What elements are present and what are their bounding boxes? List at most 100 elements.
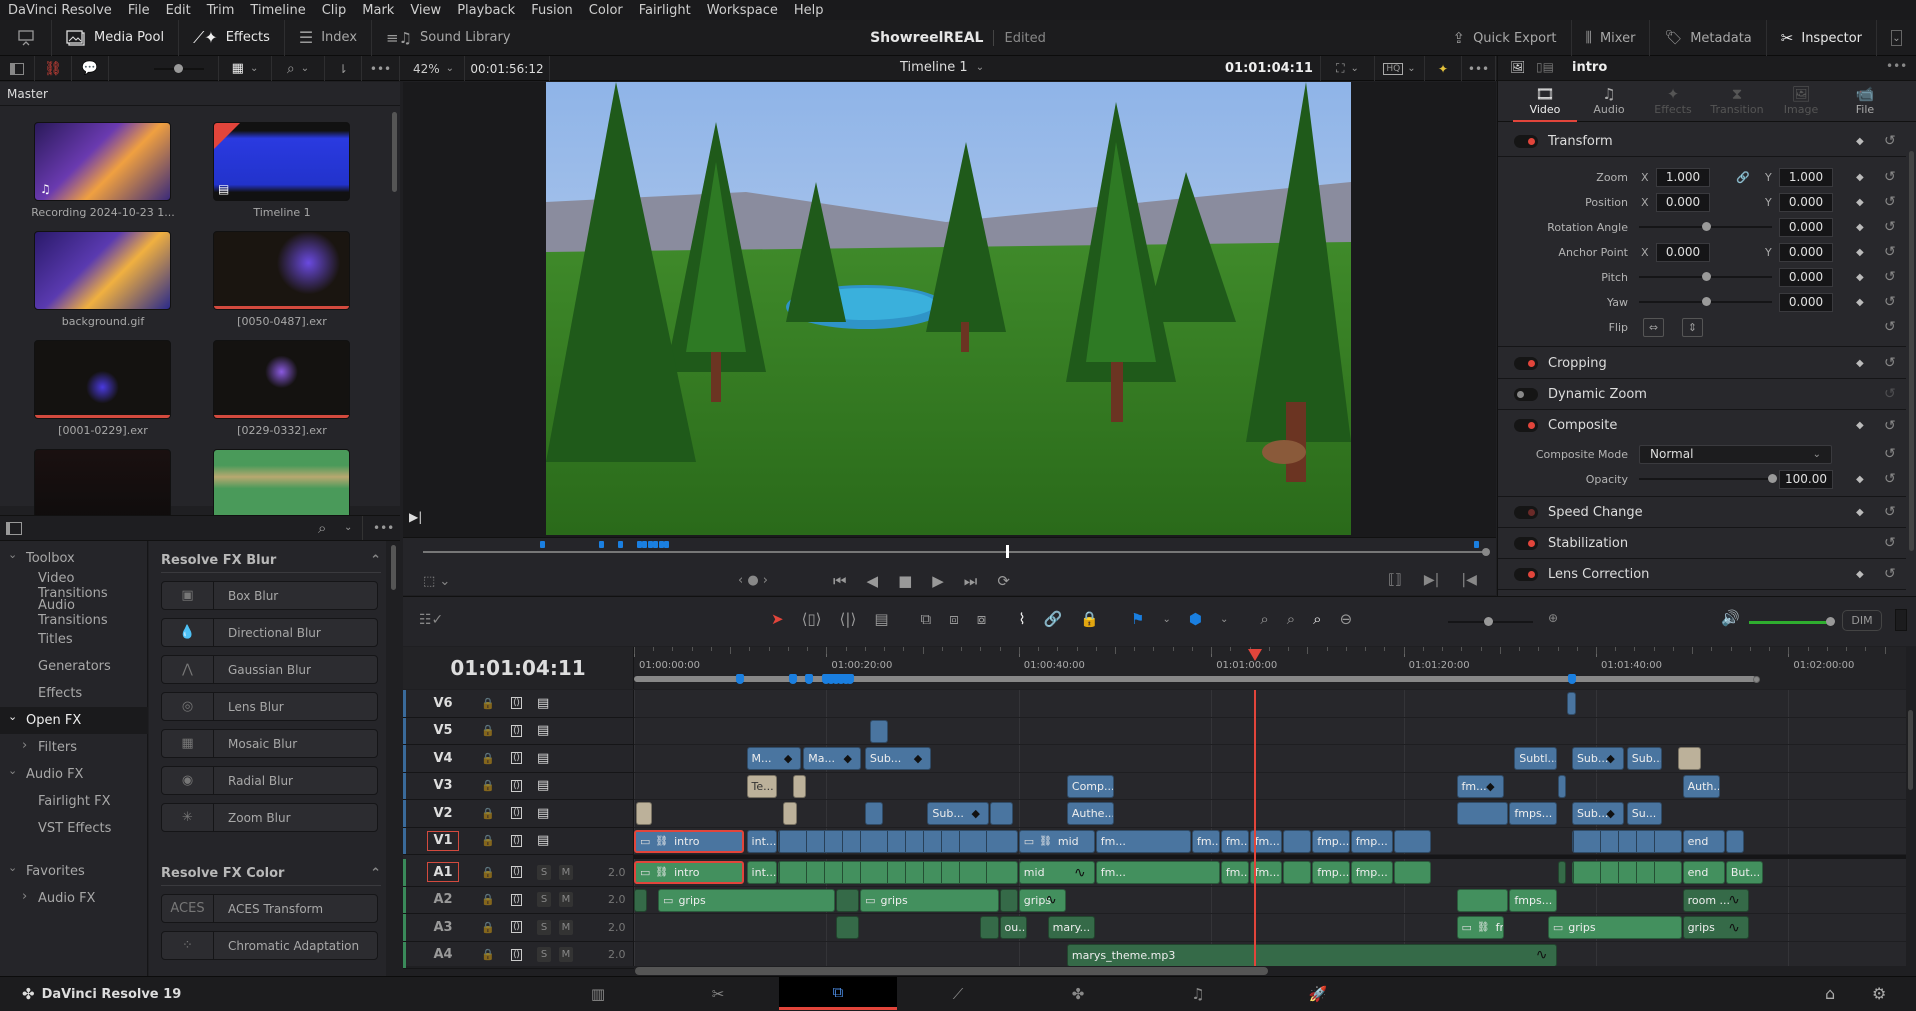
video-clip[interactable]: [1456, 802, 1509, 825]
chevron-down-icon[interactable]: ⌄: [1162, 614, 1170, 625]
flag-button[interactable]: ⚑: [1131, 610, 1144, 628]
zoom-detail-button[interactable]: ⌕: [1287, 610, 1295, 628]
workspace-toggle-button[interactable]: [0, 19, 52, 56]
audio-clip[interactable]: [1557, 861, 1567, 884]
audio-clip[interactable]: grips ∿: [1682, 916, 1749, 939]
keyframe-diamond-icon[interactable]: ◆: [1856, 297, 1864, 308]
timeline-playhead[interactable]: [1253, 690, 1256, 966]
menu-trim[interactable]: Trim: [199, 3, 243, 18]
bin-name[interactable]: Master: [7, 87, 48, 101]
effect-item[interactable]: ◎ Lens Blur: [161, 692, 378, 721]
flip-vertical-icon[interactable]: ⇕: [1682, 317, 1703, 337]
sort-button[interactable]: ⇂: [325, 56, 362, 81]
match-frame-button[interactable]: ⟦⟧: [1388, 572, 1402, 588]
property-slider[interactable]: [1639, 474, 1777, 483]
dim-button[interactable]: DIM: [1842, 610, 1882, 631]
inspector-section[interactable]: Cropping ◆ ↺: [1498, 348, 1906, 379]
lock-icon[interactable]: 🔒: [481, 752, 495, 765]
app-menu[interactable]: DaVinci Resolve: [0, 3, 120, 18]
audio-clip[interactable]: fm...: [1220, 861, 1249, 884]
audio-clip[interactable]: [634, 888, 648, 912]
marker-button[interactable]: ⬢: [1189, 610, 1202, 628]
audio-clip[interactable]: fm...: [1095, 861, 1220, 884]
track-header-v5[interactable]: V5 🔒 ⟨⟩ ▤: [403, 717, 634, 745]
solo-button[interactable]: S: [537, 864, 551, 880]
sidebar-toggle-icon[interactable]: [6, 522, 22, 535]
page-tab-media[interactable]: ▥: [539, 977, 657, 1010]
effects-tree-item[interactable]: › Audio FX: [0, 885, 148, 912]
audio-clip[interactable]: marys_theme.mp3 ∿: [1066, 943, 1557, 966]
inspector-section[interactable]: Lens Correction ◆ ↺: [1498, 559, 1906, 590]
media-pool-options-button[interactable]: •••: [362, 56, 400, 81]
audio-clip[interactable]: [999, 888, 1018, 912]
zoom-full-button[interactable]: ⌕: [1260, 610, 1268, 628]
audio-clip[interactable]: [836, 916, 860, 939]
scrub-bar[interactable]: [423, 551, 1485, 553]
lock-icon[interactable]: 🔒: [481, 834, 495, 847]
timeline-vscroll[interactable]: [1906, 690, 1916, 966]
track-name[interactable]: A4: [427, 945, 459, 965]
audio-clip[interactable]: [1456, 888, 1509, 912]
keyframe-diamond-icon[interactable]: ◆: [1856, 247, 1864, 258]
media-clip-thumbnail[interactable]: ▤: [213, 122, 350, 201]
loop-button[interactable]: ⟳: [997, 572, 1010, 590]
position-lock-button[interactable]: 🔒: [1080, 610, 1099, 628]
slider-knob[interactable]: [1701, 297, 1711, 306]
reset-icon[interactable]: ↺: [1884, 269, 1896, 285]
zoom-out-button[interactable]: ⊖: [1340, 610, 1353, 628]
track-header-v2[interactable]: V2 🔒 ⟨⟩ ▤: [403, 800, 634, 828]
prev-edit-button[interactable]: |◀: [1461, 572, 1476, 588]
property-slider[interactable]: [1639, 222, 1772, 231]
timeline-zoom-knob[interactable]: [1484, 617, 1493, 626]
menu-fusion[interactable]: Fusion: [523, 3, 581, 18]
video-clip[interactable]: Subtl...: [1514, 747, 1557, 770]
zoom-in-button[interactable]: ⊕: [1548, 611, 1558, 625]
mute-button[interactable]: M: [559, 947, 573, 963]
audio-clip[interactable]: mid ∿: [1018, 861, 1095, 884]
reset-icon[interactable]: ↺: [1884, 319, 1896, 335]
audio-clip[interactable]: fmps...: [1509, 888, 1557, 912]
menu-help[interactable]: Help: [786, 3, 832, 18]
track-header-v4[interactable]: V4 🔒 ⟨⟩ ▤: [403, 745, 634, 773]
selection-tool-button[interactable]: ➤: [771, 610, 784, 628]
audio-clip[interactable]: ou...: [999, 916, 1028, 939]
effect-item[interactable]: 💧 Directional Blur: [161, 618, 378, 647]
timeline-marker[interactable]: [846, 674, 855, 684]
audio-clip[interactable]: fmp...: [1312, 861, 1350, 884]
effect-item[interactable]: ACES ACES Transform: [161, 894, 378, 923]
keyframe-diamond-icon[interactable]: ◆: [1856, 222, 1864, 233]
audio-clip[interactable]: ▭ ⛓ intro: [634, 861, 744, 884]
viewer-options-button[interactable]: •••: [1462, 56, 1496, 81]
effects-tree-item[interactable]: Video Transitions: [0, 571, 148, 601]
reset-icon[interactable]: ↺: [1884, 446, 1896, 462]
reset-icon[interactable]: ↺: [1884, 355, 1896, 371]
page-tab-cut[interactable]: ✂: [659, 977, 777, 1010]
timeline-view-options-button[interactable]: ☷✓: [419, 612, 443, 628]
keyframe-diamond-icon[interactable]: ◆: [1856, 507, 1864, 518]
viewer-mode-button[interactable]: ⬚ ⌄: [423, 574, 450, 589]
effect-item[interactable]: ▣ Box Blur: [161, 581, 378, 610]
auto-select-icon[interactable]: ⟨⟩: [511, 866, 523, 879]
vscroll-thumb[interactable]: [1908, 710, 1913, 790]
section-enable-toggle[interactable]: [1514, 387, 1538, 401]
auto-select-icon[interactable]: ⟨⟩: [511, 834, 523, 847]
scrub-end-knob[interactable]: [1482, 548, 1490, 556]
media-pool-button[interactable]: Media Pool: [52, 19, 180, 56]
effects-tree-item[interactable]: Generators: [0, 653, 148, 680]
effects-tree-item[interactable]: ⌄ Audio FX: [0, 761, 148, 788]
video-clip[interactable]: fmp...: [1312, 829, 1350, 853]
menu-file[interactable]: File: [120, 3, 158, 18]
timeline-ruler[interactable]: 01:00:00:00 01:00:20:00 01:00:40:00 01:01:0…: [634, 647, 1906, 689]
video-clip[interactable]: Sub... ◆: [1571, 747, 1624, 770]
marker[interactable]: [1474, 541, 1479, 548]
track-name[interactable]: V6: [427, 693, 459, 713]
page-tab-deliver[interactable]: 🚀: [1259, 977, 1377, 1010]
solo-button[interactable]: S: [537, 947, 551, 963]
media-pool-scrollbar[interactable]: [392, 112, 397, 192]
section-enable-toggle[interactable]: [1514, 134, 1538, 148]
play-to-end-icon[interactable]: ▶|: [409, 510, 422, 524]
mute-button[interactable]: M: [559, 892, 573, 908]
reset-icon[interactable]: ↺: [1884, 471, 1896, 487]
marker[interactable]: [599, 541, 605, 548]
media-clip-thumbnail[interactable]: [213, 231, 350, 310]
